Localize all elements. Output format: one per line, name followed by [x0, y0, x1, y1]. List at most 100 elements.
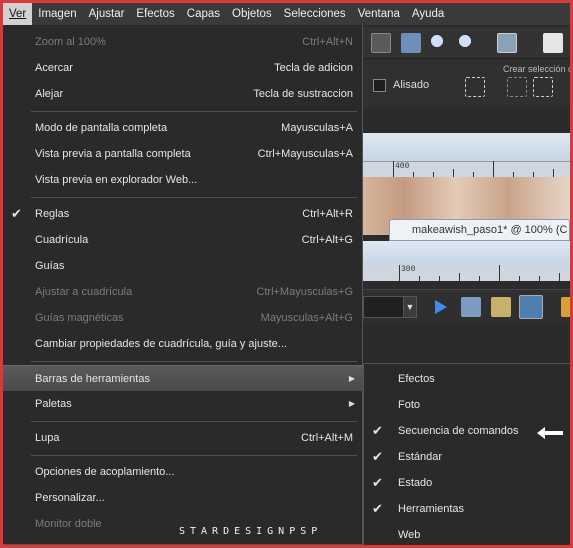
menu-item-pantalla-completa[interactable]: Modo de pantalla completa Mayusculas+A [3, 115, 363, 141]
create-selection-label: Crear selección d [503, 64, 570, 74]
menu-separator [31, 361, 357, 362]
horizontal-ruler: 400 [363, 161, 570, 177]
document-tab[interactable]: makeawish_paso1* @ 100% (C [389, 219, 570, 241]
menu-ver[interactable]: Ver [3, 3, 33, 25]
run-script-icon[interactable] [435, 300, 447, 314]
menu-item-acercar[interactable]: Acercar Tecla de adicion [3, 55, 363, 81]
menu-separator [31, 111, 357, 112]
menu-objetos[interactable]: Objetos [226, 3, 278, 25]
menu-ventana[interactable]: Ventana [352, 3, 406, 25]
submenu-item-label: Estado [398, 477, 433, 489]
standard-toolbar [353, 27, 570, 59]
menu-item-lupa[interactable]: Lupa Ctrl+Alt+M [3, 425, 363, 451]
tool-options-bar: Alisado Crear selección d [353, 59, 570, 107]
zoom-out-icon[interactable] [429, 33, 449, 53]
menu-item-paletas[interactable]: Paletas ▶ [3, 391, 363, 417]
menu-item-label: Vista previa a pantalla completa [35, 148, 191, 160]
menu-item-shortcut: Ctrl+Alt+N [302, 36, 353, 48]
menu-imagen-label: Imagen [38, 8, 77, 20]
checkmark-icon: ✔ [372, 475, 383, 490]
menu-item-alejar[interactable]: Alejar Tecla de sustraccion [3, 81, 363, 107]
menu-item-label: Barras de herramientas [35, 373, 150, 385]
menu-ayuda[interactable]: Ayuda [406, 3, 450, 25]
menu-efectos-label: Efectos [136, 8, 175, 20]
menu-item-label: Opciones de acoplamiento... [35, 466, 175, 478]
ruler-label-300: 300 [401, 265, 416, 274]
toolbars-submenu: Efectos Foto ✔ Secuencia de comandos ✔ E… [363, 363, 570, 545]
submenu-item-label: Web [398, 529, 421, 541]
menu-item-guias-magneticas[interactable]: Guías magnéticas Mayusculas+Alt+G [3, 305, 363, 331]
menu-separator [31, 197, 357, 198]
checkmark-icon: ✔ [372, 423, 383, 438]
submenu-item-foto[interactable]: Foto [364, 392, 570, 418]
menu-item-reglas[interactable]: ✔ Reglas Ctrl+Alt+R [3, 201, 363, 227]
menu-item-opciones-acoplamiento[interactable]: Opciones de acoplamiento... [3, 459, 363, 485]
chevron-down-icon[interactable]: ▼ [403, 296, 417, 318]
submenu-item-estado[interactable]: ✔ Estado [364, 470, 570, 496]
run-script-batch-icon[interactable] [461, 297, 481, 317]
submenu-item-efectos[interactable]: Efectos [364, 366, 570, 392]
magnifier-icon[interactable] [497, 33, 517, 53]
submenu-item-label: Herramientas [398, 503, 465, 515]
menu-selecciones-label: Selecciones [283, 8, 346, 20]
menu-capas[interactable]: Capas [181, 3, 226, 25]
menu-item-shortcut: Mayusculas+Alt+G [260, 312, 353, 324]
menu-efectos[interactable]: Efectos [130, 3, 180, 25]
menu-item-cambiar-propiedades[interactable]: Cambiar propiedades de cuadrícula, guía … [3, 331, 363, 357]
menu-item-label: Lupa [35, 432, 60, 444]
submenu-item-web[interactable]: Web [364, 522, 570, 545]
checkmark-icon: ✔ [372, 449, 383, 464]
submenu-item-label: Efectos [398, 373, 435, 385]
menu-selecciones[interactable]: Selecciones [278, 3, 352, 25]
menu-item-personalizar[interactable]: Personalizar... [3, 485, 363, 511]
submenu-item-herramientas[interactable]: ✔ Herramientas [364, 496, 570, 522]
menu-ayuda-label: Ayuda [411, 8, 445, 20]
horizontal-ruler-2: 300 [363, 265, 570, 281]
submenu-item-label: Foto [398, 399, 421, 411]
watermark: STARDESIGNPSP [179, 526, 323, 537]
menu-item-shortcut: Tecla de sustraccion [253, 88, 353, 100]
menu-item-ajustar-cuadricula[interactable]: Ajustar a cuadrícula Ctrl+Mayusculas+G [3, 279, 363, 305]
menu-item-guias[interactable]: Guías [3, 253, 363, 279]
script-output-icon[interactable] [519, 295, 543, 319]
fit-window-icon[interactable] [401, 33, 421, 53]
copy-icon[interactable] [543, 33, 563, 53]
aliased-checkbox[interactable] [373, 79, 386, 92]
menu-separator [31, 421, 357, 422]
zoom-in-icon[interactable] [457, 33, 477, 53]
menu-item-vista-previa-completa[interactable]: Vista previa a pantalla completa Ctrl+Ma… [3, 141, 363, 167]
menu-item-label: Paletas [35, 398, 72, 410]
menu-item-label: Cuadrícula [35, 234, 89, 246]
menu-item-label: Guías magnéticas [35, 312, 124, 324]
app-window: Ver Imagen Ajustar Efectos Capas Objetos… [3, 3, 570, 545]
menu-item-label: Personalizar... [35, 492, 105, 504]
menu-item-cuadricula[interactable]: Cuadrícula Ctrl+Alt+G [3, 227, 363, 253]
menu-capas-label: Capas [186, 8, 221, 20]
selection-mode-2-icon[interactable] [533, 77, 553, 97]
menu-item-label: Ajustar a cuadrícula [35, 286, 133, 298]
submenu-item-estandar[interactable]: ✔ Estándar [364, 444, 570, 470]
checkmark-icon: ✔ [372, 501, 383, 516]
menu-item-label: Reglas [35, 208, 70, 220]
menu-ajustar-label: Ajustar [88, 8, 125, 20]
ruler-label-400: 400 [395, 162, 410, 171]
document-titlebar-bottom [363, 241, 570, 265]
menu-ajustar[interactable]: Ajustar [83, 3, 131, 25]
edit-script-icon[interactable] [491, 297, 511, 317]
menu-imagen[interactable]: Imagen [32, 3, 82, 25]
menu-item-barras-herramientas[interactable]: Barras de herramientas ▶ [3, 365, 363, 391]
menu-item-vista-previa-web[interactable]: Vista previa en explorador Web... [3, 167, 363, 193]
aliased-label: Alisado [393, 79, 430, 91]
menu-item-label: Zoom al 100% [35, 36, 106, 48]
zoom-actual-size-icon[interactable] [371, 33, 391, 53]
selection-mode-icon[interactable] [507, 77, 527, 97]
menu-item-zoom-100[interactable]: Zoom al 100% Ctrl+Alt+N [3, 29, 363, 55]
menu-item-shortcut: Mayusculas+A [281, 122, 353, 134]
menu-item-shortcut: Tecla de adicion [274, 62, 353, 74]
select-all-icon[interactable] [465, 77, 485, 97]
script-record-icon[interactable] [561, 297, 570, 317]
menu-item-label: Cambiar propiedades de cuadrícula, guía … [35, 338, 287, 350]
submenu-arrow-icon: ▶ [348, 374, 355, 383]
menu-item-shortcut: Ctrl+Alt+R [302, 208, 353, 220]
submenu-item-label: Estándar [398, 451, 443, 463]
